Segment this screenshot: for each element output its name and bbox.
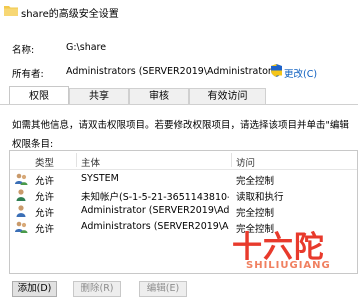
tab-effective-access[interactable]: 有效访问	[189, 88, 266, 104]
row-type: 允许	[35, 192, 55, 203]
column-header-access[interactable]: 访问	[236, 155, 255, 169]
entries-label: 权限条目:	[12, 139, 54, 150]
row-type: 允许	[35, 208, 55, 219]
owner-value: Administrators (SERVER2019\Administrator…	[66, 66, 281, 77]
table-row[interactable]: 允许 Administrator (SERVER2019\Ad... 完全控制	[10, 204, 357, 219]
remove-button[interactable]: 删除(R)	[73, 281, 121, 297]
table-row[interactable]: 允许 SYSTEM 完全控制	[10, 172, 357, 187]
row-type: 允许	[35, 176, 55, 187]
row-access: 完全控制	[236, 208, 275, 219]
name-label: 名称:	[12, 45, 35, 56]
row-principal: Administrator (SERVER2019\Ad...	[81, 205, 229, 216]
name-value: G:\share	[66, 42, 107, 53]
edit-button[interactable]: 编辑(E)	[139, 281, 187, 297]
tab-panel-border	[0, 104, 358, 105]
window-title: share的高级安全设置	[21, 9, 119, 20]
change-owner-link[interactable]: 更改(C)	[284, 66, 317, 80]
user-icon	[16, 205, 26, 217]
row-access: 读取和执行	[236, 192, 284, 203]
add-button[interactable]: 添加(D)	[12, 281, 57, 297]
column-header-principal[interactable]: 主体	[81, 155, 100, 169]
users-icon	[15, 173, 28, 185]
column-divider[interactable]	[76, 153, 77, 167]
row-principal: SYSTEM	[81, 173, 119, 184]
instructions-text: 如需其他信息，请双击权限项目。若要修改权限项目，请选择该项目并单击"编辑	[12, 120, 349, 131]
owner-label: 所有者:	[12, 69, 44, 80]
row-type: 允许	[35, 224, 55, 235]
folder-icon	[4, 6, 18, 16]
tab-auditing[interactable]: 审核	[129, 88, 189, 104]
table-row[interactable]: 允许 未知帐户(S-1-5-21-3651143810-1... 读取和执行	[10, 188, 357, 203]
row-principal: 未知帐户(S-1-5-21-3651143810-1...	[81, 192, 229, 203]
users-icon	[15, 221, 28, 233]
list-header: 类型 主体 访问	[10, 151, 357, 170]
shield-icon	[271, 64, 282, 77]
row-access: 完全控制	[236, 176, 275, 187]
watermark-subtitle: SHILIUGIANG	[246, 260, 331, 271]
row-principal: Administrators (SERVER2019\Ad...	[81, 221, 229, 232]
tab-sharing[interactable]: 共享	[69, 88, 129, 104]
column-divider[interactable]	[231, 153, 232, 167]
tab-permissions[interactable]: 权限	[9, 86, 69, 105]
title-bar: share的高级安全设置	[0, 0, 358, 24]
column-header-type[interactable]: 类型	[35, 155, 54, 169]
user-icon	[16, 189, 26, 201]
